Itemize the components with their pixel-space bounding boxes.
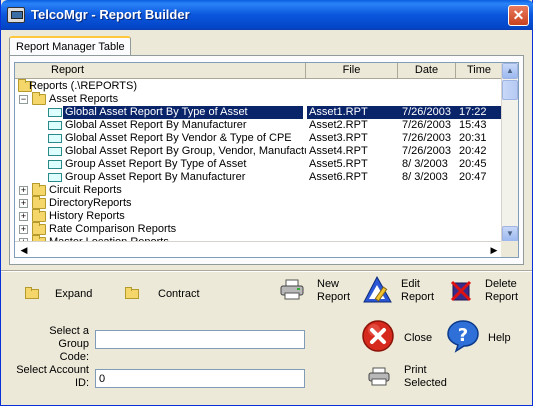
- expand-button[interactable]: Expand: [23, 285, 103, 303]
- scroll-down-icon[interactable]: ▼: [502, 226, 518, 242]
- column-header-file[interactable]: File: [306, 63, 398, 79]
- account-id-field[interactable]: [95, 369, 305, 388]
- account-id-label-line2: ID:: [74, 377, 89, 389]
- group-code-label-line1: Select a Group: [49, 325, 89, 350]
- group-code-field[interactable]: [95, 330, 305, 349]
- folder-icon: [32, 209, 46, 222]
- collapse-icon[interactable]: −: [19, 95, 28, 104]
- expand-icon[interactable]: +: [19, 212, 28, 221]
- delete-icon: [450, 280, 472, 302]
- tree-label: Reports (.\REPORTS): [29, 80, 137, 92]
- report-icon: [48, 108, 62, 117]
- folder-icon: [32, 222, 46, 235]
- tree-row-root[interactable]: Reports (.\REPORTS): [15, 79, 503, 93]
- help-icon: ?: [447, 320, 479, 353]
- account-id-label: Select Account ID:: [13, 364, 89, 390]
- scrollbar-thumb[interactable]: [502, 80, 518, 100]
- table-row[interactable]: Global Asset Report By Group, Vendor, Ma…: [15, 145, 503, 158]
- table-row[interactable]: Global Asset Report By Vendor & Type of …: [15, 132, 503, 145]
- group-code-label: Select a Group Code:: [17, 325, 89, 364]
- report-builder-window: TelcoMgr - Report Builder ✕ Report Manag…: [0, 0, 533, 406]
- scroll-up-icon[interactable]: ▲: [502, 63, 518, 79]
- tree-row-folder[interactable]: + History Reports: [15, 209, 503, 223]
- title-bar[interactable]: TelcoMgr - Report Builder ✕: [1, 0, 533, 30]
- window-title: TelcoMgr - Report Builder: [31, 7, 190, 22]
- report-icon: [48, 121, 62, 130]
- close-icon: [362, 320, 394, 352]
- tree-row-folder[interactable]: + DirectoryReports: [15, 196, 503, 210]
- folder-open-icon: [32, 92, 46, 105]
- report-icon: [48, 147, 62, 156]
- printer-icon: [368, 367, 390, 386]
- account-id-label-line1: Select Account: [16, 364, 89, 376]
- table-row[interactable]: Group Asset Report By Manufacturer Asset…: [15, 171, 503, 184]
- app-icon: [7, 7, 25, 23]
- divider: [1, 270, 532, 272]
- help-button[interactable]: ? Help: [446, 319, 521, 355]
- printer-icon: [280, 279, 304, 300]
- horizontal-scrollbar[interactable]: ◀ ▶: [15, 241, 503, 257]
- print-selected-button[interactable]: Print Selected: [368, 362, 458, 392]
- vertical-scrollbar[interactable]: ▲ ▼: [501, 63, 518, 243]
- close-icon: ✕: [512, 7, 525, 23]
- expand-icon[interactable]: +: [19, 186, 28, 195]
- folder-icon: [32, 183, 46, 196]
- tree-row-folder[interactable]: + Rate Comparison Reports: [15, 222, 503, 236]
- column-header-report[interactable]: Report: [15, 63, 306, 79]
- folder-icon: [125, 287, 139, 299]
- svg-text:?: ?: [458, 325, 468, 346]
- column-header-time[interactable]: Time: [456, 63, 503, 79]
- expand-icon[interactable]: +: [19, 199, 28, 208]
- table-row[interactable]: Global Asset Report By Manufacturer Asse…: [15, 119, 503, 132]
- folder-icon: [32, 196, 46, 209]
- scroll-left-icon[interactable]: ◀: [17, 243, 31, 257]
- report-tree-table: Report File Date Time Reports (.\REPORTS…: [14, 62, 519, 258]
- delete-report-button[interactable]: Delete Report: [450, 278, 528, 308]
- tab-report-manager-table[interactable]: Report Manager Table: [9, 36, 131, 56]
- contract-button[interactable]: Contract: [123, 285, 213, 303]
- column-header-date[interactable]: Date: [398, 63, 456, 79]
- report-icon: [48, 173, 62, 182]
- scroll-right-icon[interactable]: ▶: [487, 243, 501, 257]
- folder-icon: [25, 287, 39, 299]
- edit-report-button[interactable]: Edit Report: [363, 275, 441, 307]
- report-icon: [48, 134, 62, 143]
- new-report-button[interactable]: New Report: [278, 277, 356, 307]
- edit-icon: [363, 275, 392, 303]
- window-close-button[interactable]: ✕: [508, 5, 529, 26]
- tree-row-folder[interactable]: + Circuit Reports: [15, 183, 503, 197]
- tree-label: Asset Reports: [49, 93, 119, 105]
- report-icon: [48, 160, 62, 169]
- group-code-label-line2: Code:: [59, 351, 89, 363]
- close-button[interactable]: Close: [361, 319, 441, 355]
- tree-row-asset-reports[interactable]: − Asset Reports: [15, 92, 503, 106]
- tab-panel: Report File Date Time Reports (.\REPORTS…: [9, 55, 524, 265]
- table-row[interactable]: Group Asset Report By Type of Asset Asse…: [15, 158, 503, 171]
- table-row[interactable]: Global Asset Report By Type of Asset Ass…: [15, 106, 503, 119]
- scrollbar-corner: [501, 241, 518, 257]
- expand-icon[interactable]: +: [19, 225, 28, 234]
